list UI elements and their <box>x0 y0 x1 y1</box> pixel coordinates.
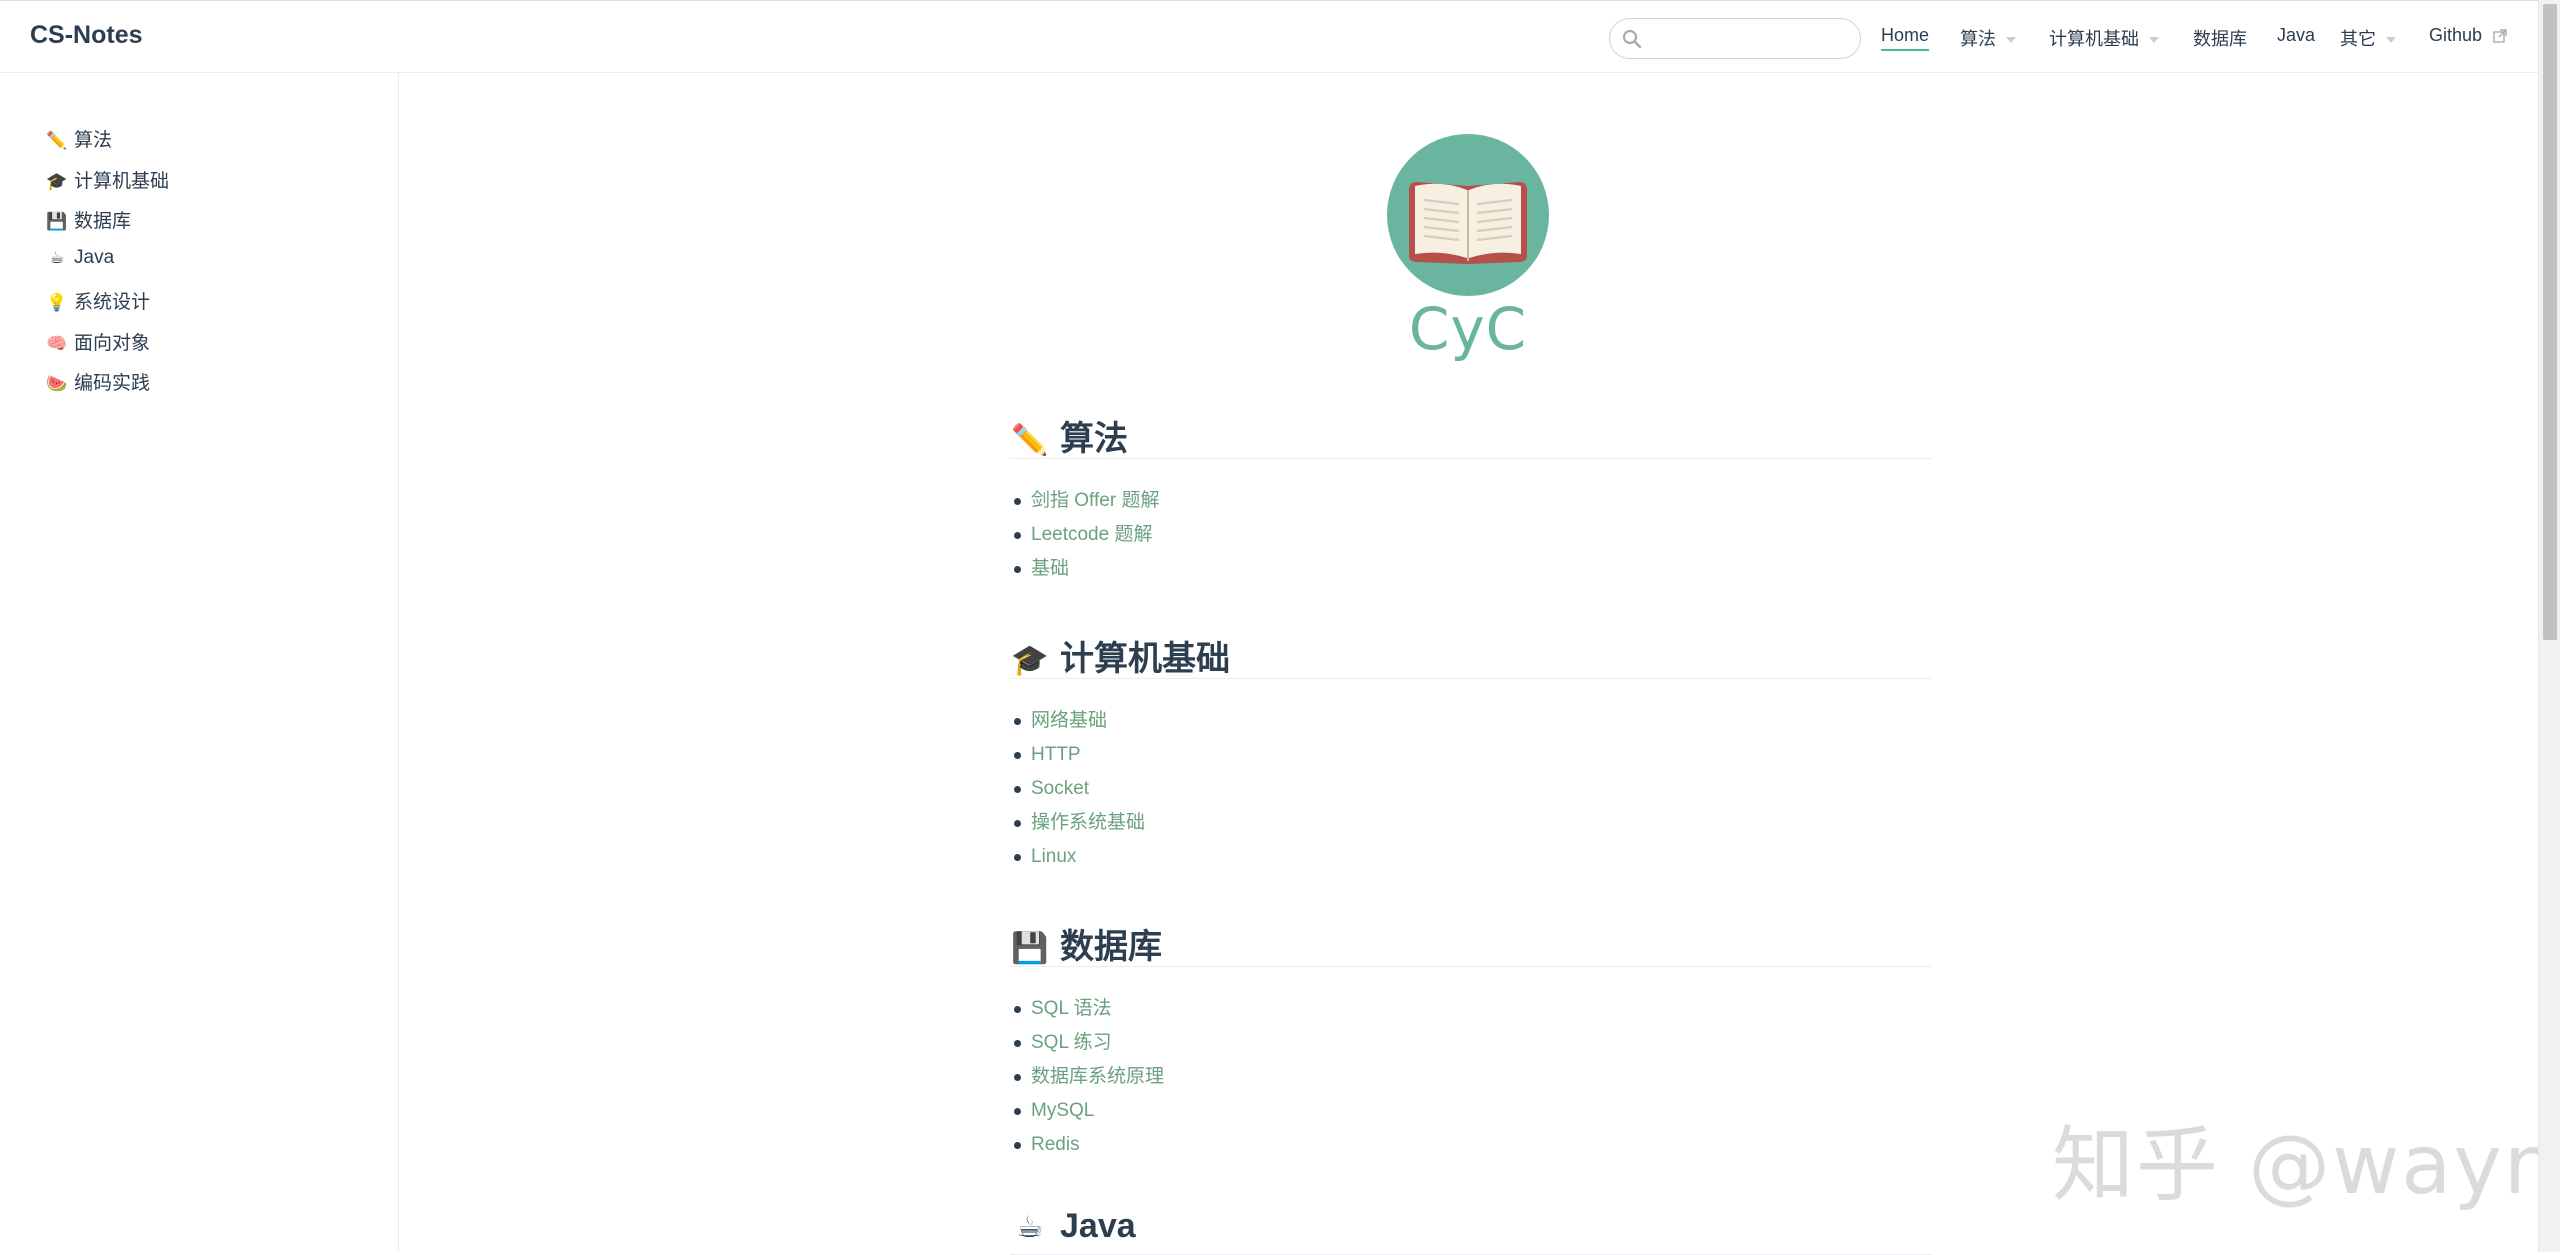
brain-icon: 🧠 <box>46 334 68 354</box>
list-item: Socket <box>1031 772 1145 806</box>
main-content: CyC ✏️ 算法 剑指 Offer 题解 Leetcode 题解 基础 🎓 计算机… <box>400 73 2538 1252</box>
pencil-icon: ✏️ <box>46 131 68 151</box>
link-list-cs-basics: 网络基础 HTTP Socket 操作系统基础 Linux <box>1010 704 1145 874</box>
list-item: Linux <box>1031 840 1145 874</box>
dropdown-caret-icon <box>2149 37 2159 43</box>
scrollbar-thumb[interactable] <box>2543 4 2557 640</box>
list-item: 数据库系统原理 <box>1031 1060 1164 1094</box>
section-title: 计算机基础 <box>1060 640 1230 678</box>
sidebar-item-system-design[interactable]: 💡 系统设计 <box>46 287 150 314</box>
nav-item-label: 算法 <box>1960 29 1996 49</box>
link-sword-offer[interactable]: 剑指 Offer 题解 <box>1031 490 1159 511</box>
coffee-icon: ☕ <box>46 248 68 268</box>
nav-item-algorithm[interactable]: 算法 <box>1960 25 2016 51</box>
search-icon <box>1622 29 1642 49</box>
list-item: SQL 练习 <box>1031 1026 1164 1060</box>
floppy-disk-icon: 💾 <box>1010 931 1050 966</box>
sidebar-item-label: 面向对象 <box>74 333 150 354</box>
link-network-basics[interactable]: 网络基础 <box>1031 710 1107 731</box>
navbar: CS-Notes Home 算法 计算机基础 数据库 Java 其它 Githu… <box>0 0 2538 73</box>
section-title: 数据库 <box>1060 928 1162 966</box>
sidebar-item-label: 系统设计 <box>74 292 150 313</box>
link-db-principles[interactable]: 数据库系统原理 <box>1031 1066 1164 1087</box>
search-input[interactable] <box>1650 25 1850 53</box>
light-bulb-icon: 💡 <box>46 293 68 313</box>
section-heading-algorithm: ✏️ 算法 <box>1010 411 1932 459</box>
list-item: 操作系统基础 <box>1031 806 1145 840</box>
link-os-basics[interactable]: 操作系统基础 <box>1031 812 1145 833</box>
list-item: MySQL <box>1031 1094 1164 1128</box>
link-mysql[interactable]: MySQL <box>1031 1100 1094 1121</box>
nav-item-github[interactable]: Github <box>2429 25 2507 46</box>
sidebar-item-oop[interactable]: 🧠 面向对象 <box>46 328 150 355</box>
nav-item-java[interactable]: Java <box>2277 25 2315 46</box>
link-list-database: SQL 语法 SQL 练习 数据库系统原理 MySQL Redis <box>1010 992 1164 1162</box>
link-linux[interactable]: Linux <box>1031 846 1076 867</box>
sidebar-item-cs-basics[interactable]: 🎓 计算机基础 <box>46 166 169 193</box>
section-heading-cs-basics: 🎓 计算机基础 <box>1010 631 1932 679</box>
link-socket[interactable]: Socket <box>1031 778 1089 799</box>
nav-item-home[interactable]: Home <box>1881 25 1929 51</box>
graduation-cap-icon: 🎓 <box>46 172 68 192</box>
graduation-cap-icon: 🎓 <box>1010 643 1050 678</box>
sidebar-item-database[interactable]: 💾 数据库 <box>46 206 131 233</box>
list-item: 网络基础 <box>1031 704 1145 738</box>
search-box[interactable] <box>1609 18 1861 59</box>
sidebar-item-label: 数据库 <box>74 211 131 232</box>
link-list-algorithm: 剑指 Offer 题解 Leetcode 题解 基础 <box>1010 484 1159 586</box>
nav-item-label: Java <box>2277 25 2315 45</box>
list-item: 剑指 Offer 题解 <box>1031 484 1159 518</box>
watermark: 知乎 @wayn <box>2052 1098 2558 1217</box>
section-title: 算法 <box>1060 420 1128 458</box>
sidebar-item-coding-practice[interactable]: 🍉 编码实践 <box>46 368 150 395</box>
dropdown-caret-icon <box>2006 37 2016 43</box>
list-item: Leetcode 题解 <box>1031 518 1159 552</box>
list-item: SQL 语法 <box>1031 992 1164 1026</box>
list-item: 基础 <box>1031 552 1159 586</box>
external-link-icon <box>2493 29 2507 43</box>
link-sql-practice[interactable]: SQL 练习 <box>1031 1032 1112 1053</box>
link-leetcode[interactable]: Leetcode 题解 <box>1031 524 1152 545</box>
link-http[interactable]: HTTP <box>1031 744 1081 765</box>
open-book-icon <box>1387 134 1549 296</box>
pencil-icon: ✏️ <box>1010 423 1050 458</box>
floppy-disk-icon: 💾 <box>46 212 68 232</box>
brand-title: CyC <box>1268 295 1668 363</box>
section-heading-java: ☕ Java <box>1010 1207 1932 1255</box>
coffee-icon: ☕ <box>1010 1210 1050 1245</box>
sidebar: ✏️ 算法 🎓 计算机基础 💾 数据库 ☕ Java 💡 系统设计 🧠 面向对象 🍉 编码实践 <box>0 73 399 1252</box>
sidebar-item-label: 编码实践 <box>74 373 150 394</box>
scrollbar[interactable] <box>2538 0 2560 1252</box>
sidebar-item-label: 算法 <box>74 130 112 151</box>
site-name-link[interactable]: CS-Notes <box>30 21 143 50</box>
sidebar-item-label: 计算机基础 <box>74 171 169 192</box>
nav-item-label: 数据库 <box>2193 29 2247 49</box>
link-algorithm-basics[interactable]: 基础 <box>1031 558 1069 579</box>
list-item: Redis <box>1031 1128 1164 1162</box>
nav-item-label: Home <box>1881 25 1929 45</box>
dropdown-caret-icon <box>2386 37 2396 43</box>
link-sql-syntax[interactable]: SQL 语法 <box>1031 998 1112 1019</box>
nav-item-label: 其它 <box>2340 29 2376 49</box>
sidebar-item-java[interactable]: ☕ Java <box>46 247 114 269</box>
nav-item-label: 计算机基础 <box>2049 29 2139 49</box>
nav-item-cs-basics[interactable]: 计算机基础 <box>2049 25 2159 51</box>
watermelon-icon: 🍉 <box>46 374 68 394</box>
nav-item-database[interactable]: 数据库 <box>2193 25 2247 51</box>
sidebar-item-label: Java <box>74 247 114 268</box>
link-redis[interactable]: Redis <box>1031 1134 1080 1155</box>
list-item: HTTP <box>1031 738 1145 772</box>
nav-item-other[interactable]: 其它 <box>2340 25 2396 51</box>
section-title: Java <box>1060 1207 1136 1245</box>
section-heading-database: 💾 数据库 <box>1010 919 1932 967</box>
nav-item-label: Github <box>2429 25 2482 45</box>
sidebar-item-algorithm[interactable]: ✏️ 算法 <box>46 125 112 152</box>
